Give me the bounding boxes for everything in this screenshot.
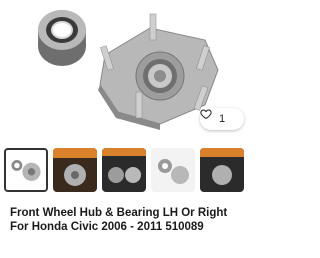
thumbnail-strip: [4, 148, 250, 194]
heart-outline-icon: [200, 109, 212, 120]
product-title: Front Wheel Hub & Bearing LH Or Right Fo…: [10, 207, 228, 233]
like-button[interactable]: 1: [200, 108, 244, 130]
thumbnail-5[interactable]: [200, 148, 244, 192]
thumbnail-4[interactable]: [151, 148, 195, 192]
product-hero-image[interactable]: 1: [0, 0, 250, 138]
thumbnail-2[interactable]: [53, 148, 97, 192]
thumbnail-1[interactable]: [4, 148, 48, 192]
like-count: 1: [218, 113, 226, 125]
bearing-image: [38, 10, 86, 66]
thumbnail-3[interactable]: [102, 148, 146, 192]
